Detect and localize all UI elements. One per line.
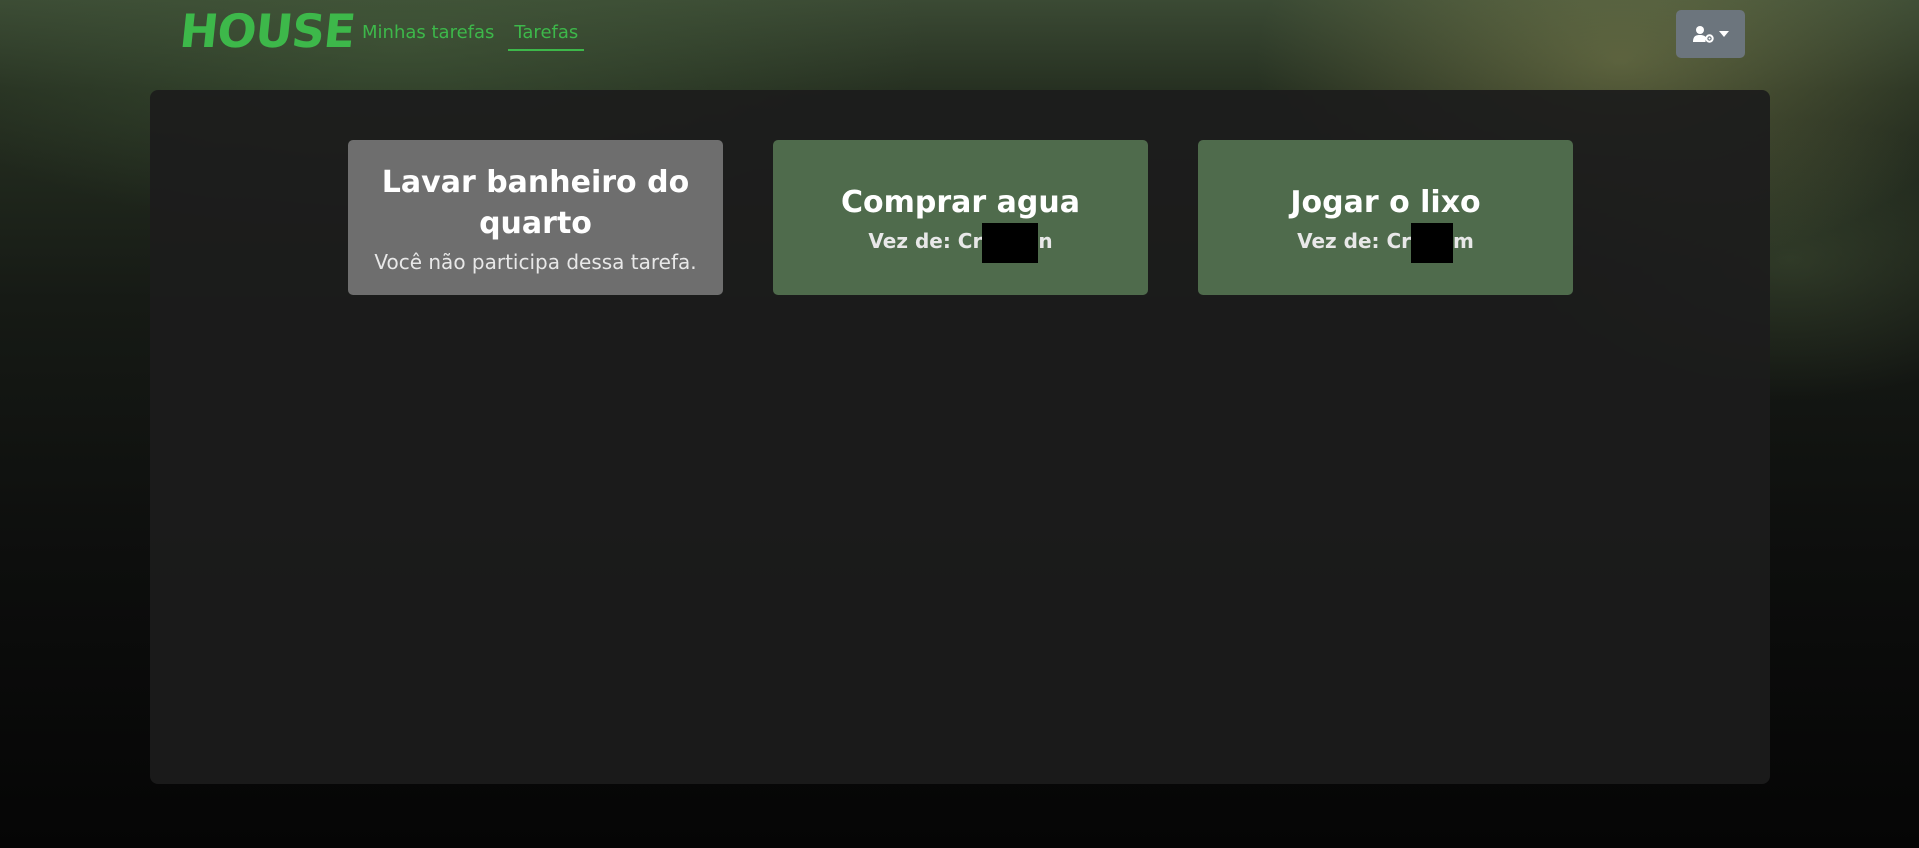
task-title: Lavar banheiro do quarto	[381, 164, 690, 241]
task-title: Comprar agua	[841, 185, 1080, 220]
nav-links: Minhas tarefas Tarefas	[362, 22, 591, 51]
tasks-panel: Lavar banheiro do quarto Você não partic…	[150, 90, 1770, 784]
navbar: HOUSE Minhas tarefas Tarefas	[0, 0, 1919, 70]
nav-link-minhas-tarefas[interactable]: Minhas tarefas	[362, 22, 501, 51]
task-title: Jogar o lixo	[1290, 185, 1481, 220]
task-turn: Vez de: Cr m	[1297, 222, 1474, 263]
task-card[interactable]: Comprar agua Vez de: Cr n	[773, 140, 1148, 295]
user-cog-icon	[1692, 25, 1715, 43]
task-turn-prefix: Vez de: Cr	[1297, 229, 1412, 253]
task-subtitle: Você não participa dessa tarefa.	[374, 249, 697, 274]
logo[interactable]: HOUSE	[177, 4, 357, 58]
task-card[interactable]: Jogar o lixo Vez de: Cr m	[1198, 140, 1573, 295]
user-menu-button[interactable]	[1676, 10, 1745, 58]
caret-down-icon	[1718, 31, 1729, 37]
task-turn-prefix: Vez de: Cr	[868, 229, 983, 253]
task-turn-suffix: m	[1453, 229, 1474, 253]
nav-link-tarefas[interactable]: Tarefas	[508, 22, 585, 51]
redaction-box	[1411, 222, 1454, 263]
task-turn: Vez de: Cr n	[868, 222, 1053, 263]
task-card[interactable]: Lavar banheiro do quarto Você não partic…	[348, 140, 723, 295]
task-turn-suffix: n	[1038, 229, 1053, 253]
redaction-box	[982, 222, 1039, 263]
